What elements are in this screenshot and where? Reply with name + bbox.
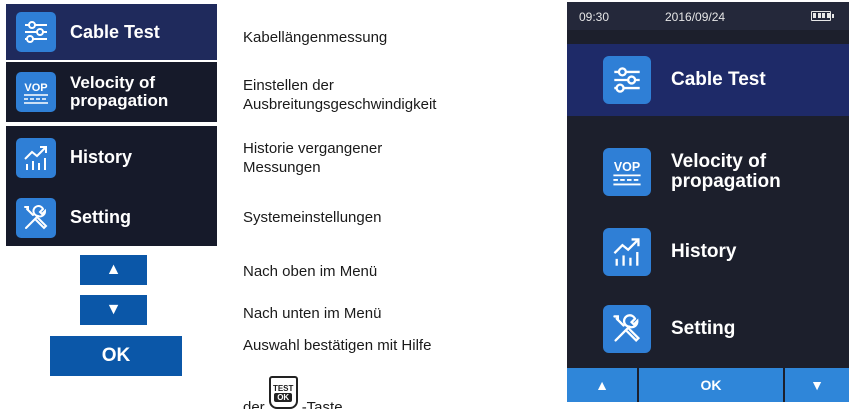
down-arrow-icon: ▼ bbox=[810, 377, 824, 393]
battery-icon bbox=[811, 11, 834, 21]
status-date: 2016/09/24 bbox=[665, 10, 726, 24]
chart-up-icon bbox=[603, 228, 651, 276]
description-ok-der: der bbox=[243, 399, 265, 409]
tools-icon bbox=[603, 305, 651, 353]
chart-up-icon bbox=[16, 137, 56, 178]
status-time: 09:30 bbox=[579, 10, 610, 24]
down-arrow-icon: ▼ bbox=[105, 301, 122, 318]
device-menu-item-label-line1: Velocity of bbox=[671, 151, 767, 172]
down-button[interactable]: ▼ bbox=[80, 295, 147, 325]
device-up-button[interactable]: ▲ bbox=[567, 368, 637, 402]
description-vop: Einstellen der Ausbreitungsgeschwindigke… bbox=[243, 76, 543, 114]
menu-item-setting[interactable]: Setting bbox=[6, 189, 217, 246]
description-history-line1: Historie vergangener bbox=[243, 140, 383, 157]
description-history: Historie vergangener Messungen bbox=[243, 139, 543, 177]
device-menu-item-cable-test[interactable]: Cable Test bbox=[567, 44, 849, 116]
description-down: Nach unten im Menü bbox=[243, 305, 382, 322]
vop-icon: VOP bbox=[603, 148, 651, 196]
description-vop-line1: Einstellen der bbox=[243, 77, 334, 94]
up-arrow-icon: ▲ bbox=[595, 377, 609, 393]
sliders-icon bbox=[603, 56, 651, 104]
status-bar: 09:30 2016/09/24 bbox=[567, 2, 849, 30]
device-ok-label: OK bbox=[700, 377, 722, 393]
device-down-button[interactable]: ▼ bbox=[785, 368, 849, 402]
test-key-top: TEST bbox=[272, 383, 294, 393]
device-menu-item-label: Velocity of propagation bbox=[671, 152, 781, 192]
menu-item-label: Setting bbox=[70, 207, 131, 227]
device-menu-item-label-line2: propagation bbox=[671, 171, 781, 192]
svg-text:VOP: VOP bbox=[614, 160, 640, 174]
menu-item-cable-test[interactable]: Cable Test bbox=[6, 4, 217, 60]
ok-button-label: OK bbox=[101, 345, 131, 366]
device-menu-item-label: History bbox=[671, 241, 737, 262]
vop-icon: VOP bbox=[16, 72, 56, 112]
up-button[interactable]: ▲ bbox=[80, 255, 147, 285]
description-history-line2: Messungen bbox=[243, 159, 321, 176]
description-cable-test: Kabellängenmessung bbox=[243, 29, 388, 46]
description-up: Nach oben im Menü bbox=[243, 263, 378, 280]
tools-icon bbox=[16, 197, 56, 238]
device-menu-item-label: Setting bbox=[671, 318, 736, 339]
sliders-icon bbox=[16, 12, 56, 52]
description-ok: Auswahl bestätigen mit Hilfe bbox=[243, 337, 432, 354]
description-ok-taste: -Taste bbox=[301, 399, 343, 409]
menu-item-label: Velocity of propagation bbox=[70, 74, 168, 110]
device-ok-button[interactable]: OK bbox=[639, 368, 783, 402]
menu-item-velocity-of-propagation[interactable]: VOP Velocity of propagation bbox=[6, 62, 217, 122]
menu-item-label: History bbox=[70, 147, 133, 167]
menu-item-label-line2: propagation bbox=[70, 91, 169, 110]
device-menu-item-label: Cable Test bbox=[671, 69, 766, 90]
svg-text:VOP: VOP bbox=[24, 82, 47, 94]
device-menu-item-history[interactable]: History bbox=[567, 212, 849, 292]
device-menu-item-velocity-of-propagation[interactable]: VOP Velocity of propagation bbox=[567, 132, 849, 212]
menu-item-label: Cable Test bbox=[70, 21, 160, 42]
device-menu-item-setting[interactable]: Setting bbox=[567, 292, 849, 366]
test-ok-key-icon: TEST OK bbox=[268, 376, 298, 409]
test-key-bottom: OK bbox=[274, 392, 293, 402]
ok-button[interactable]: OK bbox=[50, 336, 182, 376]
description-setting: Systemeinstellungen bbox=[243, 209, 382, 226]
menu-item-history[interactable]: History bbox=[6, 126, 217, 189]
description-vop-line2: Ausbreitungsgeschwindigkeit bbox=[243, 96, 437, 113]
description-ok-key: der TEST OK -Taste bbox=[243, 376, 543, 409]
device-screen: 09:30 2016/09/24 Cable Test VOP Velocity… bbox=[567, 2, 849, 402]
device-softkey-bar: ▲ OK ▼ bbox=[567, 368, 849, 402]
menu-item-label-line1: Velocity of bbox=[70, 73, 156, 92]
up-arrow-icon: ▲ bbox=[105, 261, 122, 278]
